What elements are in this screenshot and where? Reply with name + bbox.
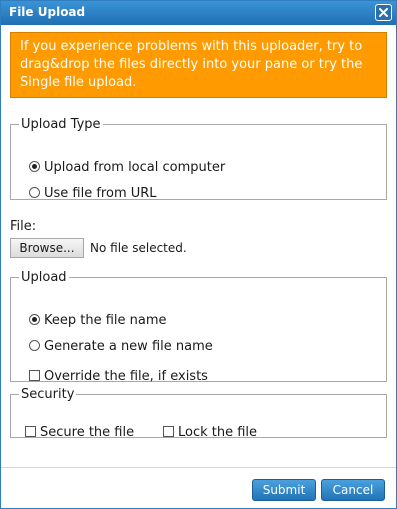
file-status: No file selected. [90,241,187,255]
security-group: Security Secure the file Lock the file [10,387,387,440]
secure-option[interactable]: Secure the file [25,424,134,442]
generate-name-option[interactable]: Generate a new file name [29,338,213,356]
security-legend: Security [21,387,75,402]
cancel-button[interactable]: Cancel [321,479,385,501]
uploader-warning: If you experience problems with this upl… [10,32,387,98]
upload-url-label: Use file from URL [44,186,157,201]
close-button[interactable] [375,4,392,21]
upload-legend: Upload [21,270,67,285]
secure-label: Secure the file [40,425,135,440]
override-checkbox[interactable] [29,370,40,381]
override-option[interactable]: Override the file, if exists [29,368,208,386]
keep-name-radio[interactable] [29,314,40,325]
close-icon [379,8,388,17]
upload-local-option[interactable]: Upload from local computer [29,159,225,177]
keep-name-label: Keep the file name [44,313,167,328]
generate-name-radio[interactable] [29,340,40,351]
lock-label: Lock the file [178,425,258,440]
upload-url-option[interactable]: Use file from URL [29,185,157,203]
secure-checkbox[interactable] [25,426,36,437]
generate-name-label: Generate a new file name [44,339,213,354]
upload-local-label: Upload from local computer [44,160,226,175]
footer-divider [1,467,396,468]
keep-name-option[interactable]: Keep the file name [29,312,167,330]
upload-type-legend: Upload Type [21,117,101,132]
submit-button[interactable]: Submit [252,479,316,501]
file-label: File: [10,219,37,234]
upload-local-radio[interactable] [29,161,40,172]
dialog-title: File Upload [9,5,86,19]
lock-checkbox[interactable] [163,426,174,437]
file-upload-dialog: File Upload If you experience problems w… [0,0,397,509]
browse-button[interactable]: Browse... [10,238,84,258]
override-label: Override the file, if exists [44,369,208,384]
upload-type-group: Upload Type Upload from local computer U… [10,117,387,203]
upload-url-radio[interactable] [29,187,40,198]
lock-option[interactable]: Lock the file [163,424,257,442]
title-bar[interactable]: File Upload [1,1,396,25]
upload-group: Upload Keep the file name Generate a new… [10,270,387,384]
